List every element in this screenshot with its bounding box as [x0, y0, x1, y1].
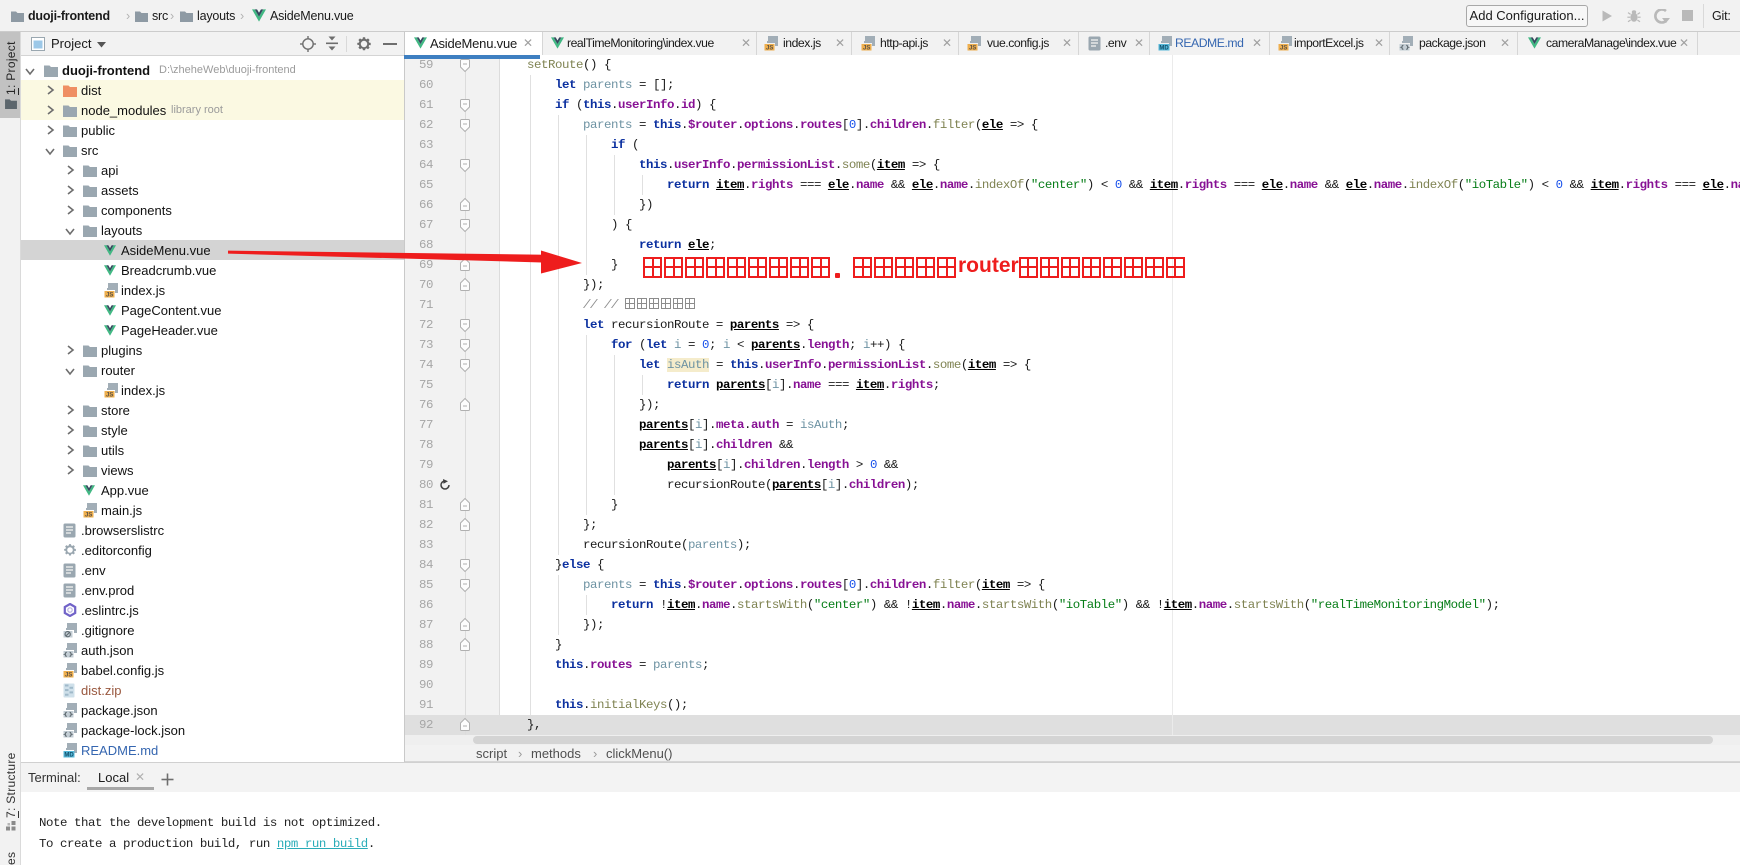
svg-text:MD: MD	[64, 753, 74, 758]
svg-text:JS: JS	[766, 46, 773, 51]
svg-text:JS: JS	[65, 673, 72, 678]
svg-text:JS: JS	[106, 393, 113, 398]
svg-text:JS: JS	[863, 46, 870, 51]
svg-text:JS: JS	[106, 293, 113, 298]
svg-text:JS: JS	[85, 513, 92, 518]
svg-text:MD: MD	[1159, 46, 1169, 51]
svg-text:JS: JS	[969, 46, 976, 51]
svg-text:JS: JS	[1280, 46, 1287, 51]
